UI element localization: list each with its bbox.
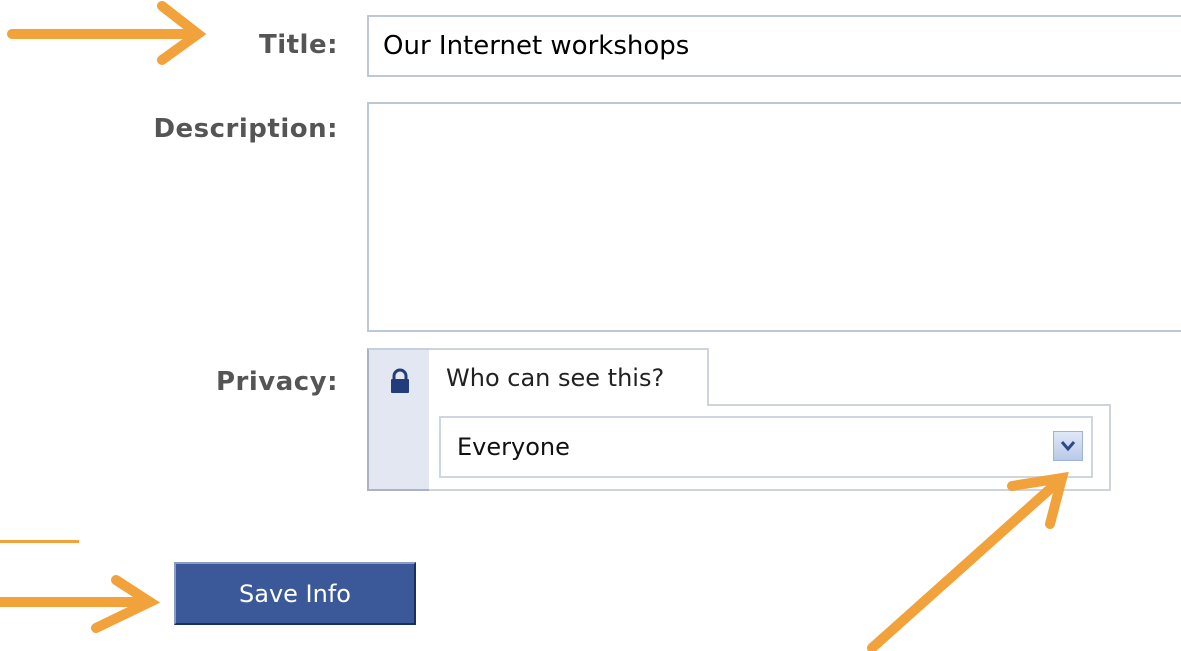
annotation-arrows — [0, 1, 1069, 651]
arrow-up-right-icon — [867, 475, 1065, 651]
decorative-line — [0, 540, 79, 543]
privacy-question: Who can see this? — [446, 364, 665, 392]
privacy-tab: Who can see this? — [429, 348, 709, 406]
